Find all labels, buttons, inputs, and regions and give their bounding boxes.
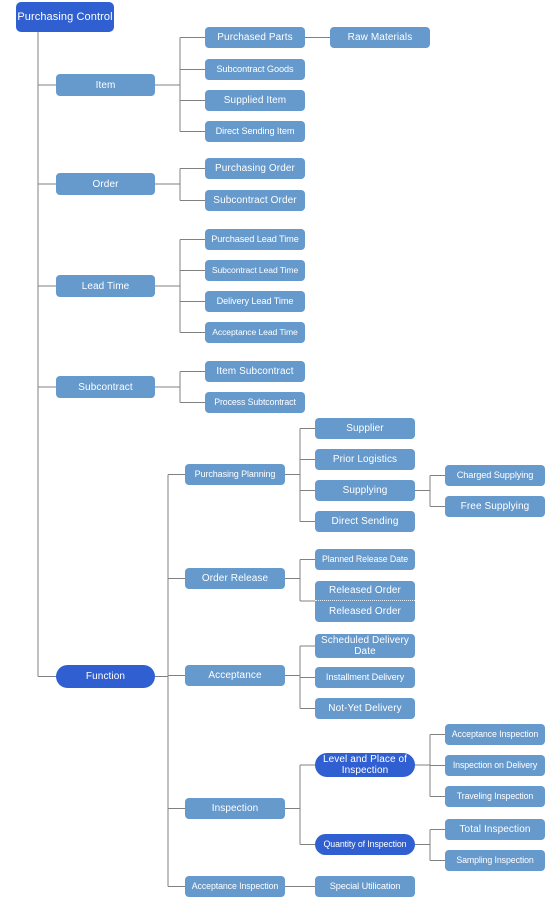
node-process-subcontract[interactable]: Process Subtcontract: [205, 392, 305, 413]
node-total-inspection[interactable]: Total Inspection: [445, 819, 545, 840]
purchasing-control-diagram: Purchasing Control Item Purchased Parts …: [0, 0, 558, 910]
node-label: Order Release: [201, 573, 269, 584]
node-purchasing-order[interactable]: Purchasing Order: [205, 158, 305, 179]
node-label: Prior Logistics: [332, 454, 398, 465]
node-item-subcontract[interactable]: Item Subcontract: [205, 361, 305, 382]
node-label: Special Utilication: [329, 881, 401, 891]
node-label: Free Supplying: [460, 501, 530, 512]
node-order-release[interactable]: Order Release: [185, 568, 285, 589]
node-label: Subcontract Goods: [216, 64, 294, 74]
node-order[interactable]: Order: [56, 173, 155, 195]
node-label: Supplied Item: [223, 95, 287, 106]
node-label: Purchased Parts: [217, 32, 293, 43]
node-not-yet-delivery[interactable]: Not-Yet Delivery: [315, 698, 415, 719]
node-subcontract-lead-time[interactable]: Subcontract Lead Time: [205, 260, 305, 281]
node-charged-supplying[interactable]: Charged Supplying: [445, 465, 545, 486]
node-label: Acceptance: [208, 670, 262, 681]
node-label: Order: [92, 178, 119, 190]
node-purchased-lead-time[interactable]: Purchased Lead Time: [205, 229, 305, 250]
node-label: Acceptance Inspection: [451, 729, 539, 739]
node-traveling-inspection[interactable]: Traveling Inspection: [445, 786, 545, 807]
node-free-supplying[interactable]: Free Supplying: [445, 496, 545, 517]
node-released-order-2[interactable]: Released Order: [315, 601, 415, 622]
node-label: Purchasing Planning: [194, 469, 276, 479]
node-direct-sending-item[interactable]: Direct Sending Item: [205, 121, 305, 142]
node-item[interactable]: Item: [56, 74, 155, 96]
node-label: Direct Sending Item: [215, 126, 295, 136]
node-subcontract-order[interactable]: Subcontract Order: [205, 190, 305, 211]
node-installment-delivery[interactable]: Installment Delivery: [315, 667, 415, 688]
node-label: Item Subcontract: [216, 366, 294, 377]
node-label: Subcontract Order: [213, 195, 297, 206]
node-label: Sampling Inspection: [456, 855, 534, 865]
node-acceptance-inspection-child[interactable]: Acceptance Inspection: [445, 724, 545, 745]
node-label: Planned Release Date: [321, 554, 409, 564]
node-level-and-place-of-inspection[interactable]: Level and Place of Inspection: [315, 753, 415, 777]
node-label: Direct Sending: [331, 516, 399, 527]
node-inspection[interactable]: Inspection: [185, 798, 285, 819]
node-label: Supplying: [342, 485, 388, 496]
node-label: Installment Delivery: [325, 672, 405, 682]
node-acceptance-inspection-branch[interactable]: Acceptance Inspection: [185, 876, 285, 897]
node-purchasing-planning[interactable]: Purchasing Planning: [185, 464, 285, 485]
node-released-order-1[interactable]: Released Order: [315, 581, 415, 601]
node-subcontract[interactable]: Subcontract: [56, 376, 155, 398]
node-lead-time[interactable]: Lead Time: [56, 275, 155, 297]
node-acceptance-lead-time[interactable]: Acceptance Lead Time: [205, 322, 305, 343]
node-label: Subcontract Lead Time: [211, 265, 299, 275]
node-label: Released Order: [329, 606, 401, 617]
node-delivery-lead-time[interactable]: Delivery Lead Time: [205, 291, 305, 312]
node-direct-sending[interactable]: Direct Sending: [315, 511, 415, 532]
node-supplier[interactable]: Supplier: [315, 418, 415, 439]
node-supplying[interactable]: Supplying: [315, 480, 415, 501]
node-label: Total Inspection: [459, 824, 531, 835]
node-scheduled-delivery-date[interactable]: Scheduled Delivery Date: [315, 634, 415, 658]
node-raw-materials[interactable]: Raw Materials: [330, 27, 430, 48]
node-label: Supplier: [346, 423, 384, 434]
node-acceptance[interactable]: Acceptance: [185, 665, 285, 686]
node-label: Scheduled Delivery Date: [321, 635, 409, 657]
node-label: Quantity of Inspection: [323, 839, 407, 849]
node-label: Inspection on Delivery: [452, 760, 538, 770]
node-special-utilication[interactable]: Special Utilication: [315, 876, 415, 897]
node-label: Acceptance Inspection: [191, 881, 279, 891]
node-label: Purchasing Order: [215, 163, 295, 174]
node-label: Inspection: [211, 803, 259, 814]
node-label: Purchasing Control: [17, 10, 113, 23]
node-label: Subcontract: [78, 381, 133, 393]
node-label: Traveling Inspection: [456, 791, 534, 801]
node-inspection-on-delivery[interactable]: Inspection on Delivery: [445, 755, 545, 776]
node-prior-logistics[interactable]: Prior Logistics: [315, 449, 415, 470]
node-label: Not-Yet Delivery: [328, 703, 402, 714]
node-label: Item: [95, 79, 116, 91]
node-sampling-inspection[interactable]: Sampling Inspection: [445, 850, 545, 871]
node-label: Delivery Lead Time: [216, 296, 294, 306]
node-label: Raw Materials: [347, 32, 413, 43]
node-label: Charged Supplying: [456, 470, 534, 480]
node-supplied-item[interactable]: Supplied Item: [205, 90, 305, 111]
node-subcontract-goods[interactable]: Subcontract Goods: [205, 59, 305, 80]
node-label: Level and Place of Inspection: [322, 754, 408, 776]
node-function[interactable]: Function: [56, 665, 155, 688]
node-purchased-parts[interactable]: Purchased Parts: [205, 27, 305, 48]
node-label: Released Order: [329, 585, 401, 596]
node-purchasing-control[interactable]: Purchasing Control: [16, 2, 114, 32]
node-label: Acceptance Lead Time: [212, 327, 298, 337]
node-label: Lead Time: [81, 280, 130, 292]
node-label: Function: [85, 671, 126, 682]
node-quantity-of-inspection[interactable]: Quantity of Inspection: [315, 834, 415, 855]
node-label: Process Subtcontract: [214, 397, 296, 407]
node-label: Purchased Lead Time: [211, 234, 299, 244]
node-planned-release-date[interactable]: Planned Release Date: [315, 549, 415, 570]
